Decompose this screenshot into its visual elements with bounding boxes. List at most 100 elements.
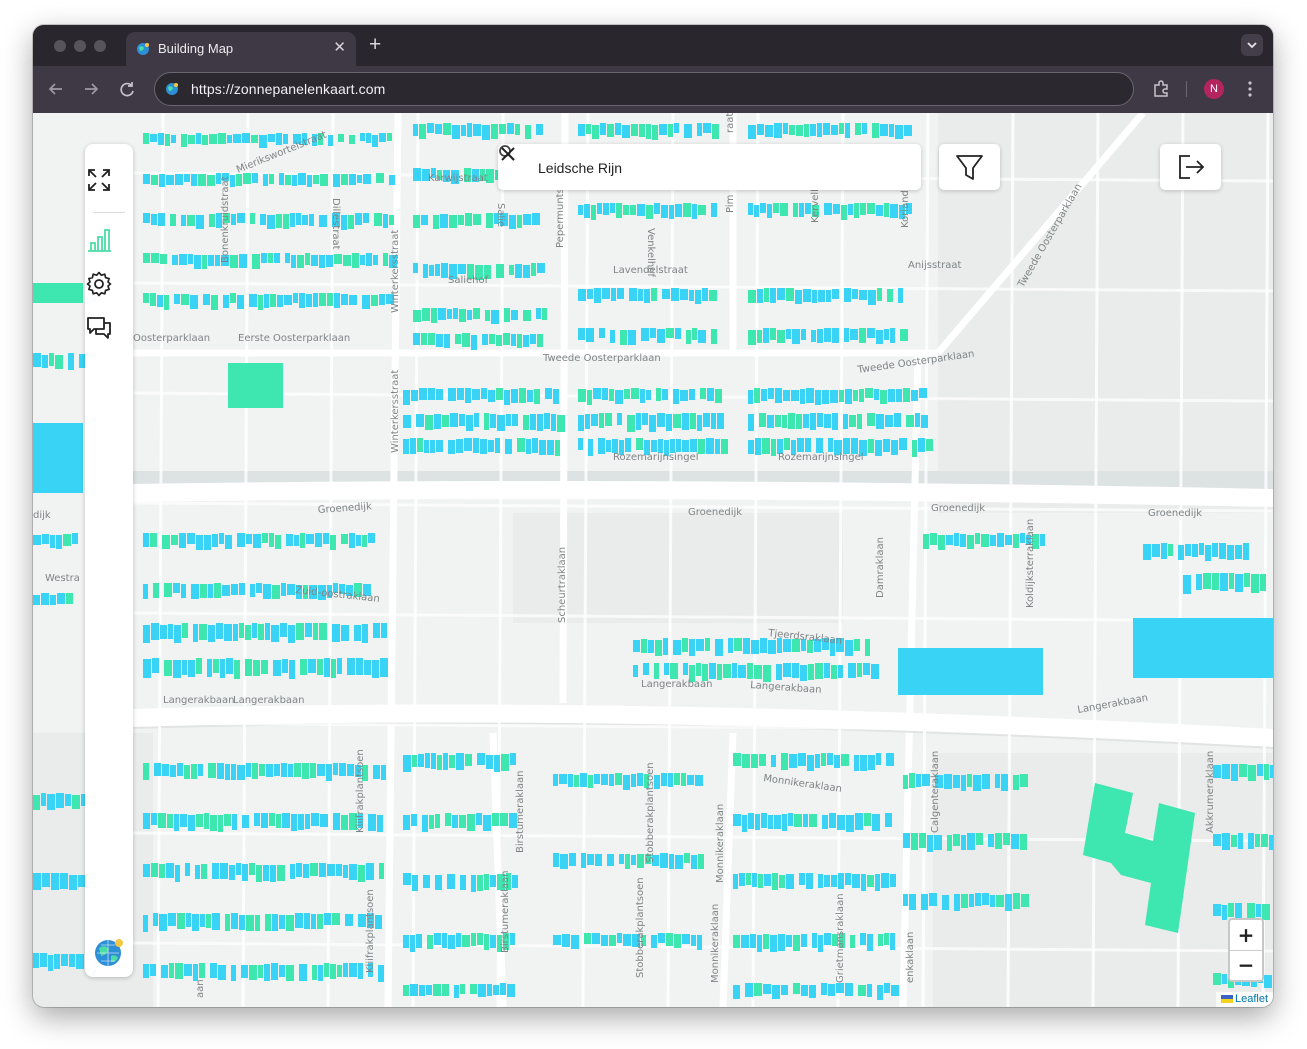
building-roof xyxy=(817,329,823,343)
building-roof xyxy=(173,660,181,678)
building-roof xyxy=(757,124,764,135)
building-roof xyxy=(758,874,763,888)
building-roof xyxy=(343,255,351,266)
building-roof xyxy=(903,775,908,789)
building-roof xyxy=(872,123,879,138)
close-window-button[interactable] xyxy=(54,40,66,52)
site-info-icon[interactable] xyxy=(165,82,179,96)
building-roof xyxy=(689,639,695,656)
filter-button[interactable] xyxy=(939,144,1000,190)
more-menu-icon[interactable] xyxy=(1242,78,1258,100)
building-roof xyxy=(334,254,342,264)
building-roof xyxy=(1222,974,1227,984)
gear-icon[interactable] xyxy=(85,270,113,298)
building-roof xyxy=(358,963,363,979)
tab-building-map[interactable]: Building Map ✕ xyxy=(126,32,356,66)
building-roof xyxy=(511,334,516,346)
building-roof xyxy=(909,773,915,788)
building-roof xyxy=(781,985,788,995)
building-roof xyxy=(793,935,800,951)
building-roof xyxy=(748,390,753,404)
building-roof xyxy=(362,624,368,643)
building-roof xyxy=(748,330,756,345)
map-canvas[interactable]: MierikswortelstraatBonenkruidstraat Dille… xyxy=(33,113,1273,1007)
building-roof xyxy=(609,774,614,786)
building-roof xyxy=(196,658,202,674)
building-roof xyxy=(588,439,593,456)
street-label: Birstumeraklaan xyxy=(515,770,526,853)
zoom-in-button[interactable]: + xyxy=(1230,920,1262,951)
building-roof xyxy=(214,583,221,598)
extensions-puzzle-icon[interactable] xyxy=(1150,78,1172,100)
search-input[interactable] xyxy=(536,153,880,183)
chat-icon[interactable] xyxy=(85,314,113,342)
zoom-out-button[interactable]: − xyxy=(1230,950,1262,980)
building-roof xyxy=(531,263,536,276)
building-roof xyxy=(747,663,753,679)
leaflet-link[interactable]: Leaflet xyxy=(1235,993,1268,1005)
map-view[interactable]: Mierikswortelstraat Bonenkruidstraat Dille… xyxy=(33,113,1273,1007)
building-roof xyxy=(194,255,201,269)
building-roof xyxy=(776,664,782,680)
building-roof xyxy=(903,833,910,848)
ukraine-flag-icon xyxy=(1220,995,1233,1004)
building-roof xyxy=(652,125,658,140)
logout-button[interactable] xyxy=(1160,144,1221,190)
building-roof xyxy=(368,533,375,543)
profile-avatar[interactable]: N xyxy=(1204,79,1224,99)
building-roof xyxy=(885,813,892,827)
building-roof xyxy=(530,414,536,430)
building-roof xyxy=(584,204,590,218)
back-arrow-icon[interactable] xyxy=(45,78,67,100)
building-roof xyxy=(435,264,440,276)
building-roof xyxy=(868,290,876,305)
building-roof xyxy=(692,328,697,340)
maximize-window-button[interactable] xyxy=(94,40,106,52)
new-tab-button[interactable]: + xyxy=(369,33,381,57)
chart-icon[interactable] xyxy=(85,226,113,254)
building-roof xyxy=(210,815,217,831)
building-roof xyxy=(1040,534,1045,546)
browser-toolbar: https://zonnepanelenkaart.com N xyxy=(33,66,1273,113)
building-roof xyxy=(804,124,809,137)
building-roof xyxy=(662,289,670,299)
building-roof xyxy=(783,663,791,677)
url-text[interactable]: https://zonnepanelenkaart.com xyxy=(191,81,385,97)
building-roof xyxy=(33,953,39,968)
building-roof xyxy=(748,440,754,454)
zoom-control: + − xyxy=(1228,918,1264,982)
building-roof xyxy=(982,893,989,905)
fullscreen-icon[interactable] xyxy=(85,166,113,194)
forward-arrow-icon[interactable] xyxy=(80,78,102,100)
building-roof xyxy=(709,663,716,679)
building-roof xyxy=(874,389,879,400)
building-roof xyxy=(245,659,252,676)
minimize-window-button[interactable] xyxy=(74,40,86,52)
building-roof xyxy=(810,413,816,430)
building-roof xyxy=(195,865,200,879)
building-roof xyxy=(843,414,848,429)
building-roof xyxy=(1243,543,1249,560)
building-roof xyxy=(193,964,198,981)
street-label: Stobberakplantsoen xyxy=(635,877,646,978)
building-roof xyxy=(281,583,286,596)
building-roof xyxy=(265,623,270,640)
clear-search-icon[interactable] xyxy=(498,144,518,164)
building-roof xyxy=(412,755,417,767)
building-roof xyxy=(269,533,274,547)
building-roof xyxy=(532,213,540,225)
tab-search-button[interactable] xyxy=(1241,34,1263,56)
reload-icon[interactable] xyxy=(116,78,138,100)
building-roof xyxy=(700,388,706,399)
building-roof xyxy=(491,124,498,139)
building-roof xyxy=(876,205,883,216)
tab-close-icon[interactable]: ✕ xyxy=(333,38,346,56)
building-roof xyxy=(373,623,380,638)
building-roof xyxy=(473,308,480,319)
building-roof xyxy=(495,438,500,453)
globe-logo-icon[interactable] xyxy=(93,936,125,968)
building-roof xyxy=(320,174,328,186)
building-roof xyxy=(1213,904,1221,916)
building-roof xyxy=(49,353,54,366)
address-bar[interactable]: https://zonnepanelenkaart.com xyxy=(154,72,1134,106)
